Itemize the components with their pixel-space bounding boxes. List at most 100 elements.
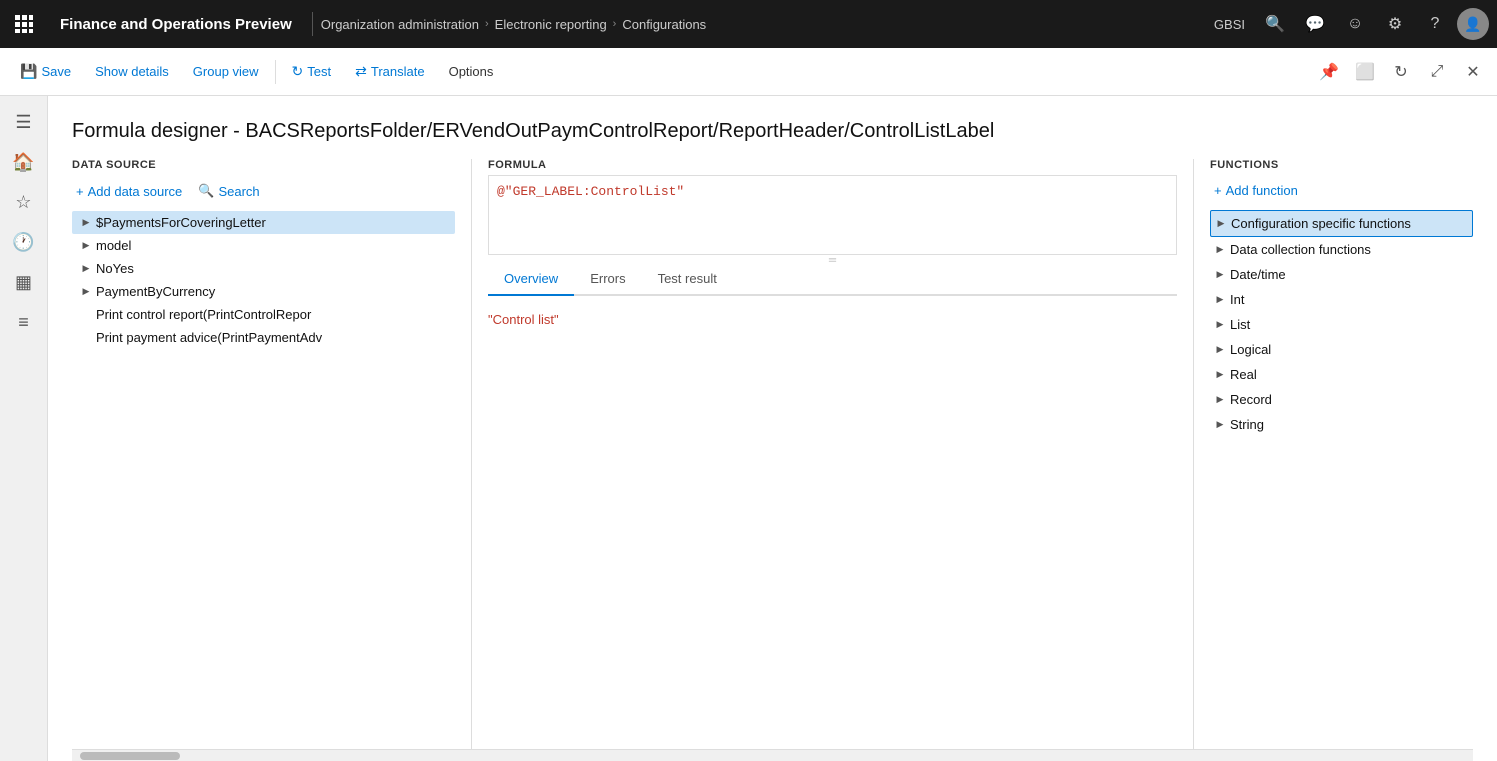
function-label: Data collection functions — [1230, 242, 1371, 257]
options-label: Options — [437, 48, 506, 96]
horizontal-scrollbar[interactable] — [72, 749, 1473, 761]
tree-item-payments[interactable]: ▶ $PaymentsForCoveringLetter — [72, 211, 455, 234]
datasource-header: DATA SOURCE — [72, 159, 455, 171]
grid-menu-icon[interactable] — [8, 8, 40, 40]
chevron-right-icon: ▶ — [1214, 419, 1226, 431]
designer-area: DATA SOURCE + Add data source 🔍 Search ▶… — [72, 159, 1473, 749]
tree-item-noyes[interactable]: ▶ NoYes — [72, 257, 455, 280]
pin-icon[interactable]: 📌 — [1313, 56, 1345, 88]
topbar: Finance and Operations Preview Organizat… — [0, 0, 1497, 48]
search-button[interactable]: 🔍 Search — [194, 179, 263, 203]
function-label: Real — [1230, 367, 1257, 382]
left-nav: ☰ 🏠 ☆ 🕐 ▦ ≡ — [0, 96, 48, 761]
resize-handle[interactable]: ＝ — [488, 255, 1177, 263]
smiley-icon[interactable]: ☺ — [1337, 6, 1373, 42]
toolbar-right-actions: 📌 ⬜ ↻ ⤢ ✕ — [1313, 56, 1489, 88]
tree-item-label: NoYes — [96, 261, 134, 276]
help-icon[interactable]: ? — [1417, 6, 1453, 42]
tree-item-label: Print payment advice(PrintPaymentAdv — [96, 330, 322, 345]
nav-modules-icon[interactable]: ≡ — [6, 304, 42, 340]
breadcrumb-sep-1: › — [485, 18, 489, 30]
chevron-right-icon: ▶ — [80, 286, 92, 298]
tree-item-paybycurrency[interactable]: ▶ PaymentByCurrency — [72, 280, 455, 303]
datasource-actions: + Add data source 🔍 Search — [72, 179, 455, 203]
chevron-right-icon: ▶ — [1214, 394, 1226, 406]
org-code: GBSI — [1206, 17, 1253, 32]
chevron-right-icon: ▶ — [1214, 294, 1226, 306]
nav-workspaces-icon[interactable]: ▦ — [6, 264, 42, 300]
nav-menu-icon[interactable]: ☰ — [6, 104, 42, 140]
function-item-config[interactable]: ▶ Configuration specific functions — [1210, 210, 1473, 237]
search-label: Search — [218, 184, 259, 199]
function-label: String — [1230, 417, 1264, 432]
function-item-string[interactable]: ▶ String — [1210, 412, 1473, 437]
nav-recent-icon[interactable]: 🕐 — [6, 224, 42, 260]
overview-content: "Control list" — [488, 304, 1177, 335]
toolbar: 💾 Save Show details Group view ↻ Test ⇄ … — [0, 48, 1497, 96]
function-item-int[interactable]: ▶ Int — [1210, 287, 1473, 312]
group-view-button[interactable]: Group view — [181, 48, 271, 96]
translate-icon: ⇄ — [355, 63, 367, 80]
content-area: Formula designer - BACSReportsFolder/ERV… — [48, 96, 1497, 761]
overview-value: "Control list" — [488, 312, 559, 327]
functions-panel: FUNCTIONS + Add function ▶ Configuration… — [1193, 159, 1473, 749]
function-item-datetime[interactable]: ▶ Date/time — [1210, 262, 1473, 287]
nav-home-icon[interactable]: 🏠 — [6, 144, 42, 180]
breadcrumb-er[interactable]: Electronic reporting — [495, 17, 607, 32]
nav-favorites-icon[interactable]: ☆ — [6, 184, 42, 220]
tree-item-printpayment[interactable]: ▶ Print payment advice(PrintPaymentAdv — [72, 326, 455, 349]
function-item-real[interactable]: ▶ Real — [1210, 362, 1473, 387]
settings-icon[interactable]: ⚙ — [1377, 6, 1413, 42]
tree-item-label: model — [96, 238, 131, 253]
tree-item-label: PaymentByCurrency — [96, 284, 215, 299]
function-label: Configuration specific functions — [1231, 216, 1411, 231]
test-icon: ↻ — [292, 63, 304, 80]
test-label: Test — [307, 64, 331, 79]
plus-icon: + — [76, 184, 84, 199]
pop-out-icon[interactable]: ⤢ — [1421, 56, 1453, 88]
app-title: Finance and Operations Preview — [48, 16, 304, 33]
page-title: Formula designer - BACSReportsFolder/ERV… — [72, 120, 1473, 143]
breadcrumb-config[interactable]: Configurations — [622, 17, 706, 32]
close-icon[interactable]: ✕ — [1457, 56, 1489, 88]
formula-editor[interactable]: @"GER_LABEL:ControlList" — [488, 175, 1177, 255]
refresh-icon[interactable]: ↻ — [1385, 56, 1417, 88]
save-icon: 💾 — [20, 63, 37, 80]
add-datasource-button[interactable]: + Add data source — [72, 180, 186, 203]
tree-item-printcontrol[interactable]: ▶ Print control report(PrintControlRepor — [72, 303, 455, 326]
add-function-button[interactable]: + Add function — [1210, 179, 1302, 202]
function-item-logical[interactable]: ▶ Logical — [1210, 337, 1473, 362]
search-ds-icon: 🔍 — [198, 183, 214, 199]
breadcrumb-org[interactable]: Organization administration — [321, 17, 479, 32]
tab-overview[interactable]: Overview — [488, 263, 574, 296]
add-datasource-label: Add data source — [88, 184, 183, 199]
function-label: Int — [1230, 292, 1244, 307]
translate-button[interactable]: ⇄ Translate — [343, 48, 436, 96]
chevron-right-icon: ▶ — [1214, 269, 1226, 281]
function-item-list[interactable]: ▶ List — [1210, 312, 1473, 337]
breadcrumb: Organization administration › Electronic… — [321, 17, 706, 32]
tree-item-model[interactable]: ▶ model — [72, 234, 455, 257]
chat-icon[interactable]: 💬 — [1297, 6, 1333, 42]
save-button[interactable]: 💾 Save — [8, 48, 83, 96]
tab-test-result[interactable]: Test result — [642, 263, 733, 296]
scroll-thumb[interactable] — [80, 752, 180, 760]
chevron-right-icon: ▶ — [80, 263, 92, 275]
tab-errors[interactable]: Errors — [574, 263, 641, 296]
avatar[interactable]: 👤 — [1457, 8, 1489, 40]
show-details-button[interactable]: Show details — [83, 48, 181, 96]
tree-item-label: $PaymentsForCoveringLetter — [96, 215, 266, 230]
topbar-divider — [312, 12, 313, 36]
chevron-right-icon: ▶ — [1214, 344, 1226, 356]
test-button[interactable]: ↻ Test — [280, 48, 344, 96]
tree-item-label: Print control report(PrintControlRepor — [96, 307, 311, 322]
search-icon[interactable]: 🔍 — [1257, 6, 1293, 42]
datasource-panel: DATA SOURCE + Add data source 🔍 Search ▶… — [72, 159, 472, 749]
chevron-right-icon: ▶ — [80, 240, 92, 252]
function-item-datacoll[interactable]: ▶ Data collection functions — [1210, 237, 1473, 262]
expand-icon[interactable]: ⬜ — [1349, 56, 1381, 88]
function-item-record[interactable]: ▶ Record — [1210, 387, 1473, 412]
main-area: ☰ 🏠 ☆ 🕐 ▦ ≡ Formula designer - BACSRepor… — [0, 96, 1497, 761]
chevron-right-icon: ▶ — [1214, 369, 1226, 381]
function-label: Record — [1230, 392, 1272, 407]
